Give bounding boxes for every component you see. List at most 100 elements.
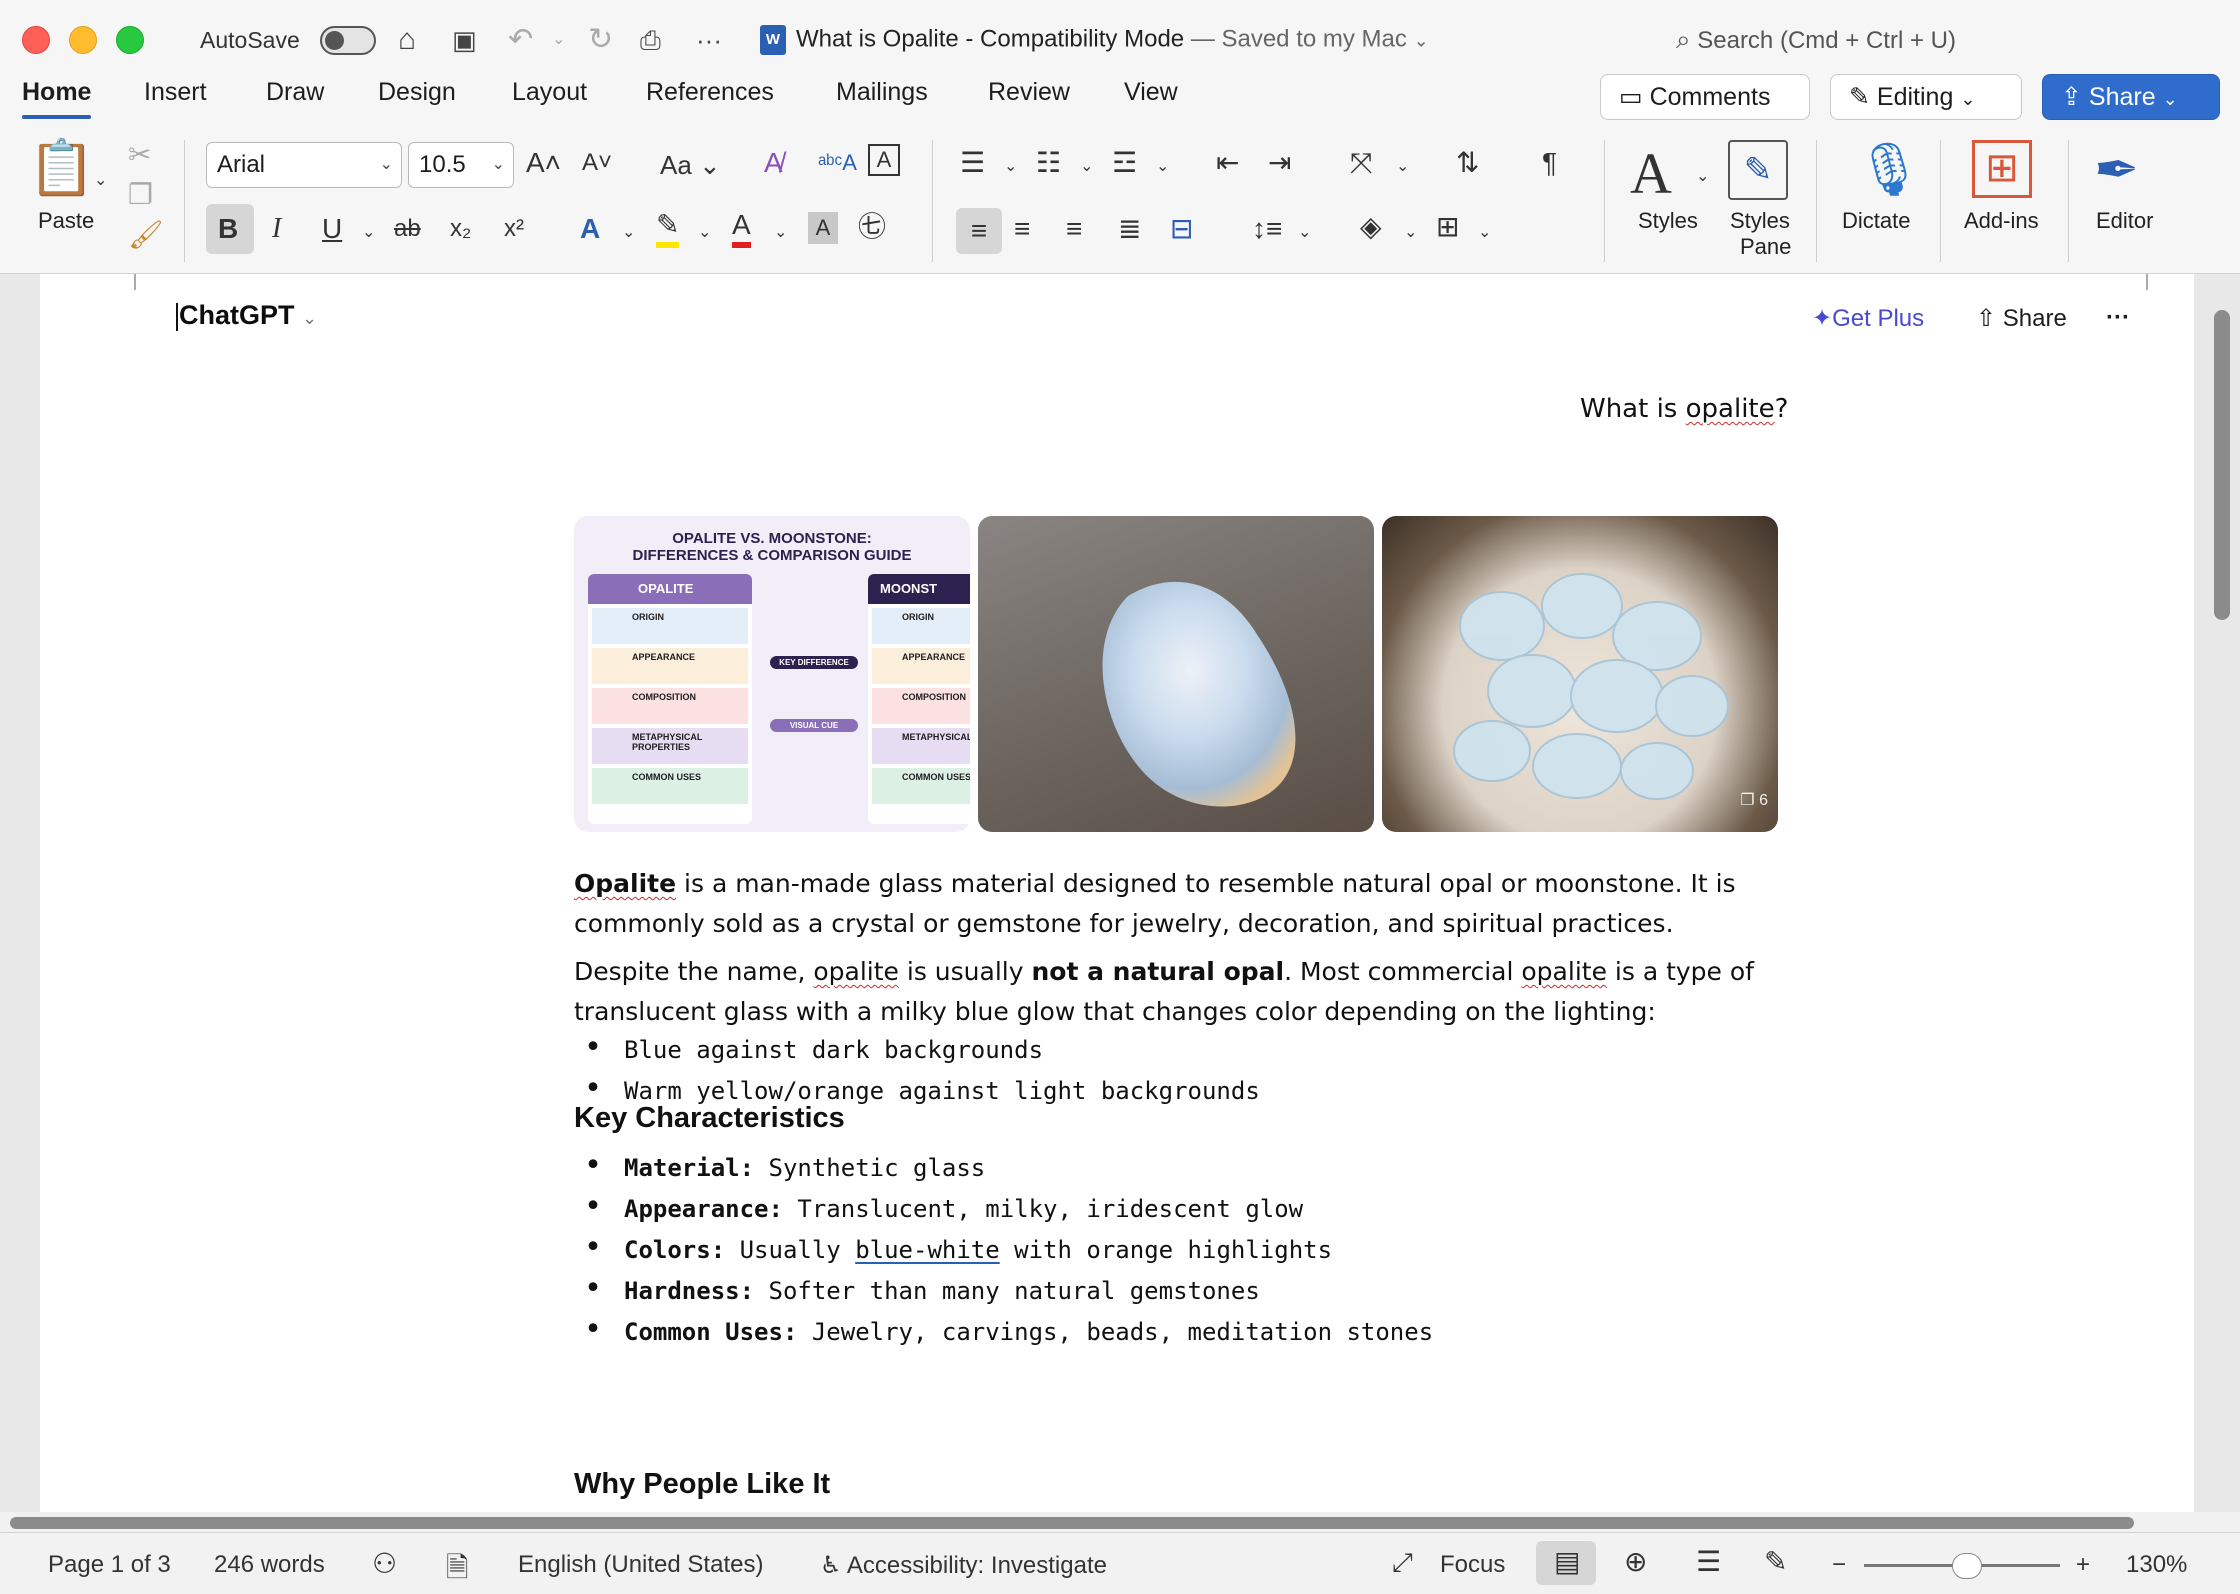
home-icon[interactable]: ⌂ (398, 22, 416, 58)
more-commands-icon[interactable]: ··· (696, 22, 722, 58)
font-color-icon[interactable]: A (732, 208, 751, 248)
get-plus-link[interactable]: ✦Get Plus (1812, 304, 1924, 333)
redo-icon[interactable]: ↻ (588, 22, 613, 58)
borders-dropdown-icon[interactable]: ⌄ (1478, 216, 1491, 250)
share-button[interactable]: ⇪ Share ⌄ (2042, 74, 2220, 120)
numbering-icon[interactable]: ☷ (1036, 146, 1061, 180)
close-window-button[interactable] (22, 26, 50, 54)
font-size-select[interactable]: 10.5 ⌄ (408, 142, 514, 188)
paste-icon[interactable]: 📋 (28, 138, 95, 198)
character-shading-icon[interactable]: A (808, 212, 838, 244)
draft-view-icon[interactable]: ✎ (1764, 1545, 1787, 1578)
underline-dropdown-icon[interactable]: ⌄ (362, 216, 375, 250)
zoom-percentage[interactable]: 130% (2126, 1551, 2187, 1579)
chat-share-button[interactable]: ⇧ Share (1976, 304, 2067, 333)
tumbled-opalite-bowl-photo[interactable]: ❐ 6 (1382, 516, 1778, 832)
outline-view-icon[interactable]: ☰ (1696, 1545, 1721, 1578)
undo-dropdown-icon[interactable]: ⌄ (552, 22, 565, 58)
line-spacing-icon[interactable]: ↕≡ (1252, 212, 1282, 246)
character-border-icon[interactable]: A (868, 144, 900, 176)
borders-icon[interactable]: ⊞ (1436, 210, 1459, 244)
highlight-color-icon[interactable]: ✎ (656, 208, 680, 248)
tab-view[interactable]: View (1124, 78, 1178, 107)
superscript-button[interactable]: x² (504, 212, 524, 246)
multilevel-dropdown-icon[interactable]: ⌄ (1156, 150, 1169, 184)
print-layout-icon[interactable]: ▤ (1554, 1545, 1580, 1578)
paste-dropdown-icon[interactable]: ⌄ (94, 164, 107, 198)
more-options-icon[interactable]: ··· (2106, 304, 2130, 332)
add-ins-icon[interactable]: ⊞ (1972, 140, 2032, 198)
cut-icon[interactable]: ✂ (128, 138, 151, 172)
subscript-button[interactable]: x₂ (450, 212, 471, 246)
comments-button[interactable]: ▭ Comments (1600, 74, 1810, 120)
distributed-icon[interactable]: ⊟ (1170, 212, 1193, 246)
bold-button[interactable]: B (218, 212, 238, 246)
tab-layout[interactable]: Layout (512, 78, 587, 107)
document-title[interactable]: W What is Opalite - Compatibility Mode — … (760, 25, 1429, 55)
show-formatting-marks-icon[interactable]: ¶ (1542, 146, 1557, 180)
change-case-icon[interactable]: Aa ⌄ (660, 148, 721, 182)
styles-icon[interactable]: A (1630, 142, 1672, 206)
more-images-count[interactable]: ❐ 6 (1740, 790, 1768, 810)
text-effects-icon[interactable]: A (580, 212, 600, 246)
zoom-out-button[interactable]: − (1832, 1551, 1846, 1579)
autosave-toggle[interactable] (320, 26, 376, 55)
track-changes-icon[interactable]: ⚇ (372, 1547, 397, 1580)
bullets-icon[interactable]: ☰ (960, 146, 985, 180)
shading-dropdown-icon[interactable]: ⌄ (1404, 216, 1417, 250)
highlight-dropdown-icon[interactable]: ⌄ (698, 216, 711, 250)
text-direction-icon[interactable]: ⤧ (1350, 146, 1372, 180)
font-name-select[interactable]: Arial ⌄ (206, 142, 402, 188)
save-icon[interactable]: ▣ (452, 22, 477, 58)
align-left-icon[interactable]: ≡ (956, 208, 1002, 254)
clear-formatting-icon[interactable]: A̸ (764, 146, 783, 180)
tab-review[interactable]: Review (988, 78, 1070, 107)
format-painter-icon[interactable]: 🖌 (128, 218, 164, 252)
underline-button[interactable]: U (322, 212, 342, 246)
zoom-window-button[interactable] (116, 26, 144, 54)
comparison-infographic-image[interactable]: OPALITE VS. MOONSTONE: DIFFERENCES & COM… (574, 516, 970, 832)
search-box[interactable]: ⌕ Search (Cmd + Ctrl + U) (1676, 24, 1956, 56)
focus-icon[interactable]: ⤢ (1392, 1547, 1413, 1579)
vertical-scrollbar[interactable] (2214, 310, 2230, 620)
language-status[interactable]: English (United States) (518, 1551, 763, 1579)
text-direction-dropdown-icon[interactable]: ⌄ (1396, 150, 1409, 184)
proofing-icon[interactable]: 🗎 (446, 1547, 469, 1594)
sort-icon[interactable]: ⇅ (1456, 146, 1479, 180)
numbering-dropdown-icon[interactable]: ⌄ (1080, 150, 1093, 184)
increase-indent-icon[interactable]: ⇥ (1268, 146, 1291, 180)
text-effects-dropdown-icon[interactable]: ⌄ (622, 216, 635, 250)
page-count[interactable]: Page 1 of 3 (48, 1551, 171, 1579)
focus-mode-button[interactable]: Focus (1440, 1551, 1505, 1579)
tab-design[interactable]: Design (378, 78, 456, 107)
phonetic-guide-icon[interactable]: ㊆ (858, 210, 886, 244)
styles-dropdown-icon[interactable]: ⌄ (1696, 160, 1709, 194)
text-effects-abc-icon[interactable]: ᵃᵇᶜA (818, 146, 857, 180)
editing-mode-button[interactable]: ✎ Editing ⌄ (1830, 74, 2022, 120)
zoom-slider-knob[interactable] (1952, 1553, 1982, 1579)
align-center-icon[interactable]: ≡ (1014, 212, 1030, 246)
tab-mailings[interactable]: Mailings (836, 78, 928, 107)
justify-icon[interactable]: ≣ (1118, 212, 1141, 246)
zoom-in-button[interactable]: + (2076, 1551, 2090, 1579)
line-spacing-dropdown-icon[interactable]: ⌄ (1298, 216, 1311, 250)
document-page[interactable]: ChatGPT ⌄ ✦Get Plus ⇧ Share ··· What is … (40, 274, 2194, 1512)
print-icon[interactable]: ⎙ (640, 22, 661, 58)
shading-icon[interactable]: ◈ (1360, 210, 1382, 244)
minimize-window-button[interactable] (69, 26, 97, 54)
opalite-stone-photo[interactable] (978, 516, 1374, 832)
accessibility-status[interactable]: ♿ Accessibility: Investigate (820, 1551, 1107, 1580)
multilevel-list-icon[interactable]: ☲ (1112, 146, 1137, 180)
chatgpt-model-selector[interactable]: ChatGPT ⌄ (176, 300, 317, 331)
decrease-indent-icon[interactable]: ⇤ (1216, 146, 1239, 180)
styles-pane-icon[interactable]: ✎ (1728, 140, 1788, 200)
font-color-dropdown-icon[interactable]: ⌄ (774, 216, 787, 250)
microphone-icon[interactable]: 🎙 (1856, 138, 1922, 202)
web-layout-icon[interactable]: ⊕ (1624, 1545, 1647, 1578)
tab-insert[interactable]: Insert (144, 78, 207, 107)
horizontal-scrollbar[interactable] (10, 1517, 2134, 1529)
editor-pen-icon[interactable]: ✒ (2094, 138, 2139, 202)
bullets-dropdown-icon[interactable]: ⌄ (1004, 150, 1017, 184)
increase-font-size-icon[interactable]: A˄ (526, 146, 561, 180)
align-right-icon[interactable]: ≡ (1066, 212, 1082, 246)
